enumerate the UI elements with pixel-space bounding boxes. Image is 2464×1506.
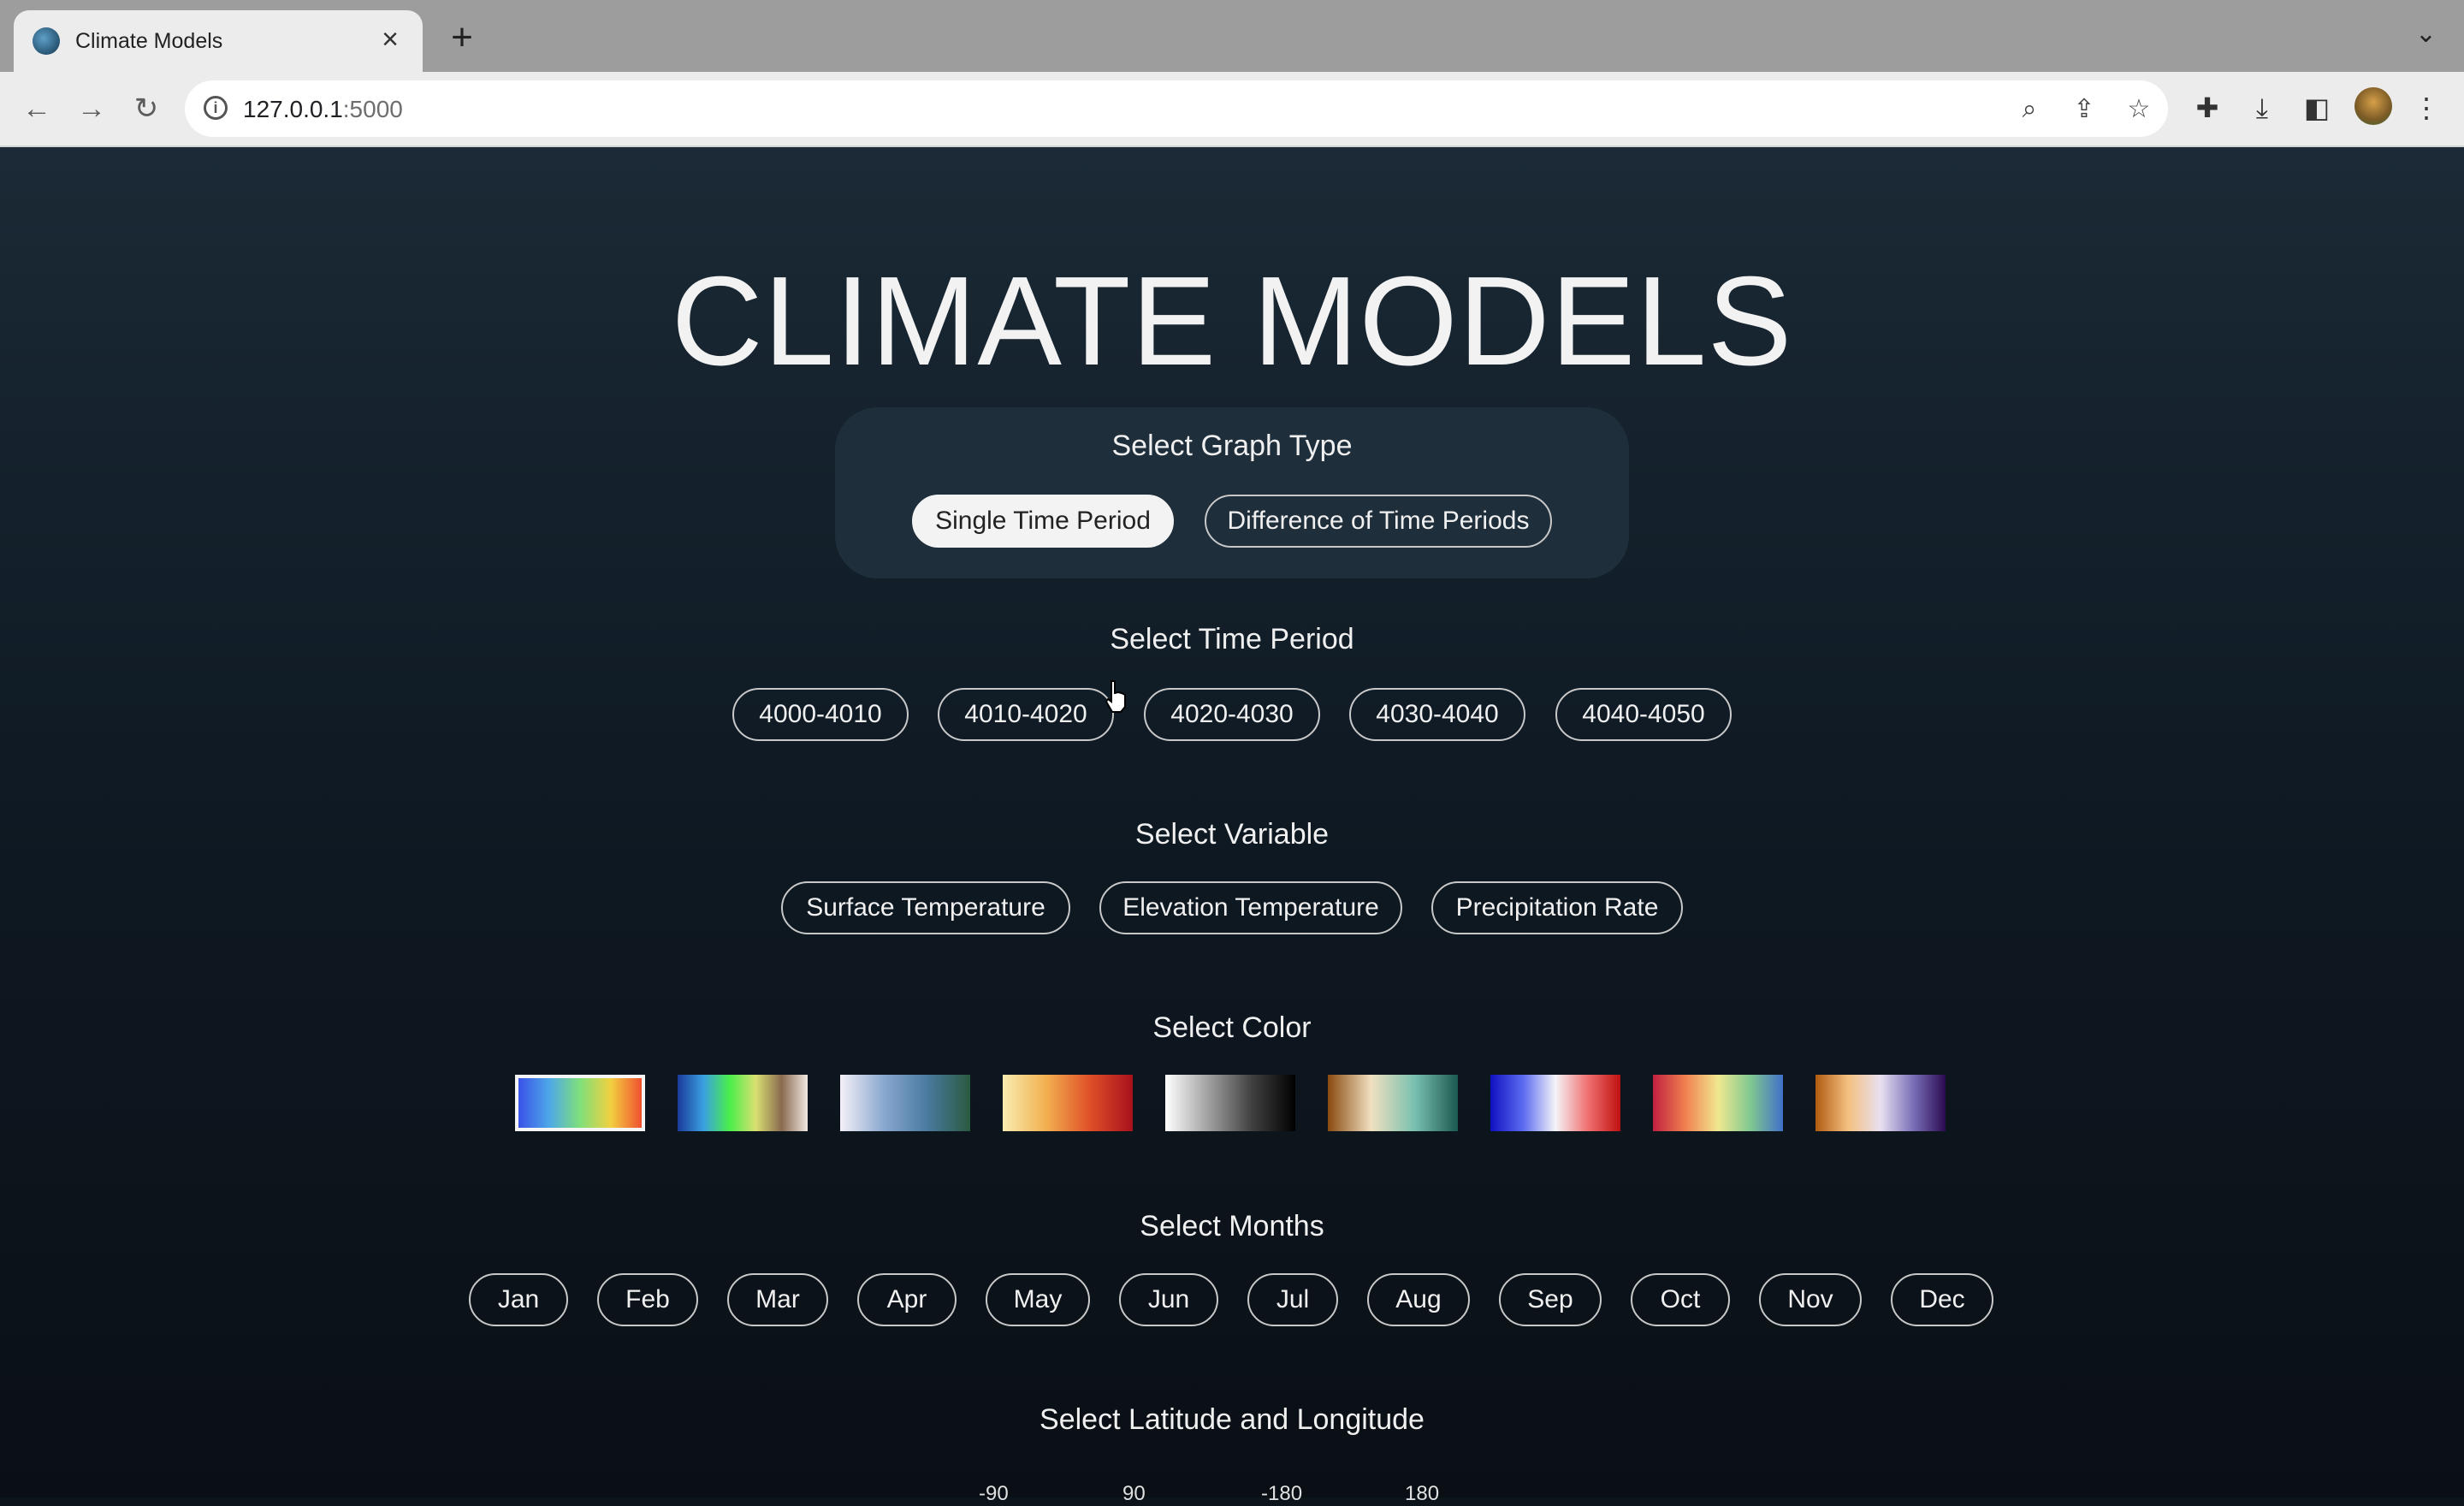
single-time-period-button[interactable]: Single Time Period — [912, 495, 1174, 548]
month-button-mar[interactable]: Mar — [727, 1273, 828, 1326]
month-button-nov[interactable]: Nov — [1759, 1273, 1862, 1326]
time-period-button[interactable]: 4030-4040 — [1349, 688, 1525, 741]
back-arrow-icon[interactable]: ← — [15, 87, 58, 130]
side-panel-icon[interactable]: ◧ — [2296, 87, 2337, 128]
month-button-aug[interactable]: Aug — [1367, 1273, 1470, 1326]
min-latitude-value: -90 — [979, 1482, 1009, 1505]
lat-lon-label: Select Latitude and Longitude — [1040, 1403, 1424, 1436]
page-title: CLIMATE MODELS — [671, 251, 1793, 392]
profile-avatar[interactable] — [2354, 87, 2392, 125]
download-icon[interactable]: ⤓ — [2242, 87, 2283, 128]
hand-cursor-icon — [1105, 680, 1126, 713]
elevation-temperature-button[interactable]: Elevation Temperature — [1099, 881, 1402, 934]
month-button-apr[interactable]: Apr — [857, 1273, 957, 1326]
kebab-menu-icon[interactable]: ⋮ — [2406, 87, 2447, 128]
month-button-jul[interactable]: Jul — [1247, 1273, 1338, 1326]
chevron-down-icon[interactable]: ⌄ — [2415, 19, 2437, 49]
color-swatch-9[interactable] — [1815, 1075, 1946, 1131]
color-swatch-2[interactable] — [678, 1075, 808, 1131]
color-swatch-4[interactable] — [1003, 1075, 1133, 1131]
time-period-button[interactable]: 4020-4030 — [1144, 688, 1320, 741]
variable-label: Select Variable — [1134, 818, 1330, 851]
month-button-sep[interactable]: Sep — [1499, 1273, 1602, 1326]
color-label: Select Color — [1152, 1011, 1312, 1044]
max-longitude-value: 180 — [1405, 1482, 1440, 1505]
month-button-feb[interactable]: Feb — [597, 1273, 698, 1326]
color-swatch-8[interactable] — [1653, 1075, 1783, 1131]
address-bar[interactable]: i 127.0.0.1:5000 ⌕ ⇪ ☆ — [185, 80, 2168, 137]
time-period-button[interactable]: 4000-4010 — [732, 688, 909, 741]
month-button-jan[interactable]: Jan — [469, 1273, 568, 1326]
month-button-may[interactable]: May — [986, 1273, 1090, 1326]
time-period-label: Select Time Period — [1110, 623, 1354, 655]
time-period-button[interactable]: 4040-4050 — [1555, 688, 1732, 741]
new-tab-plus-icon[interactable]: + — [443, 19, 481, 58]
page-content: CLIMATE MODELS Select Graph Type Single … — [0, 147, 2464, 1505]
reload-icon[interactable]: ↻ — [125, 87, 168, 130]
tab-title: Climate Models — [75, 29, 223, 53]
browser-tab[interactable]: Climate Models × — [14, 10, 423, 72]
min-longitude-value: -180 — [1261, 1482, 1303, 1505]
browser-toolbar: ← → ↻ i 127.0.0.1:5000 ⌕ ⇪ ☆ ✚ ⤓ ◧ ⋮ — [0, 72, 2464, 147]
url-text: 127.0.0.1:5000 — [243, 96, 403, 123]
browser-tab-bar: Climate Models × + ⌄ — [0, 0, 2464, 72]
url-host: 127.0.0.1 — [243, 96, 343, 122]
globe-icon — [33, 27, 60, 55]
months-label: Select Months — [1140, 1210, 1324, 1242]
month-button-oct[interactable]: Oct — [1631, 1273, 1730, 1326]
time-period-button[interactable]: 4010-4020 — [938, 688, 1114, 741]
difference-of-time-periods-button[interactable]: Difference of Time Periods — [1205, 495, 1552, 548]
zoom-icon[interactable]: ⌕ — [2012, 92, 2046, 127]
color-swatch-1[interactable] — [515, 1075, 645, 1131]
color-swatch-5[interactable] — [1165, 1075, 1295, 1131]
extensions-puzzle-icon[interactable]: ✚ — [2187, 87, 2228, 128]
surface-temperature-button[interactable]: Surface Temperature — [781, 881, 1070, 934]
max-latitude-value: 90 — [1122, 1482, 1146, 1505]
precipitation-rate-button[interactable]: Precipitation Rate — [1431, 881, 1683, 934]
close-icon[interactable]: × — [373, 22, 407, 56]
share-icon[interactable]: ⇪ — [2067, 92, 2101, 127]
url-port: :5000 — [342, 96, 403, 122]
color-swatch-3[interactable] — [840, 1075, 970, 1131]
bookmark-star-icon[interactable]: ☆ — [2122, 92, 2156, 127]
month-button-jun[interactable]: Jun — [1119, 1273, 1218, 1326]
info-icon[interactable]: i — [204, 96, 228, 120]
month-button-dec[interactable]: Dec — [1891, 1273, 1993, 1326]
color-swatch-6[interactable] — [1328, 1075, 1458, 1131]
graph-type-label: Select Graph Type — [1111, 430, 1353, 462]
color-swatch-7[interactable] — [1490, 1075, 1620, 1131]
forward-arrow-icon[interactable]: → — [70, 87, 113, 130]
